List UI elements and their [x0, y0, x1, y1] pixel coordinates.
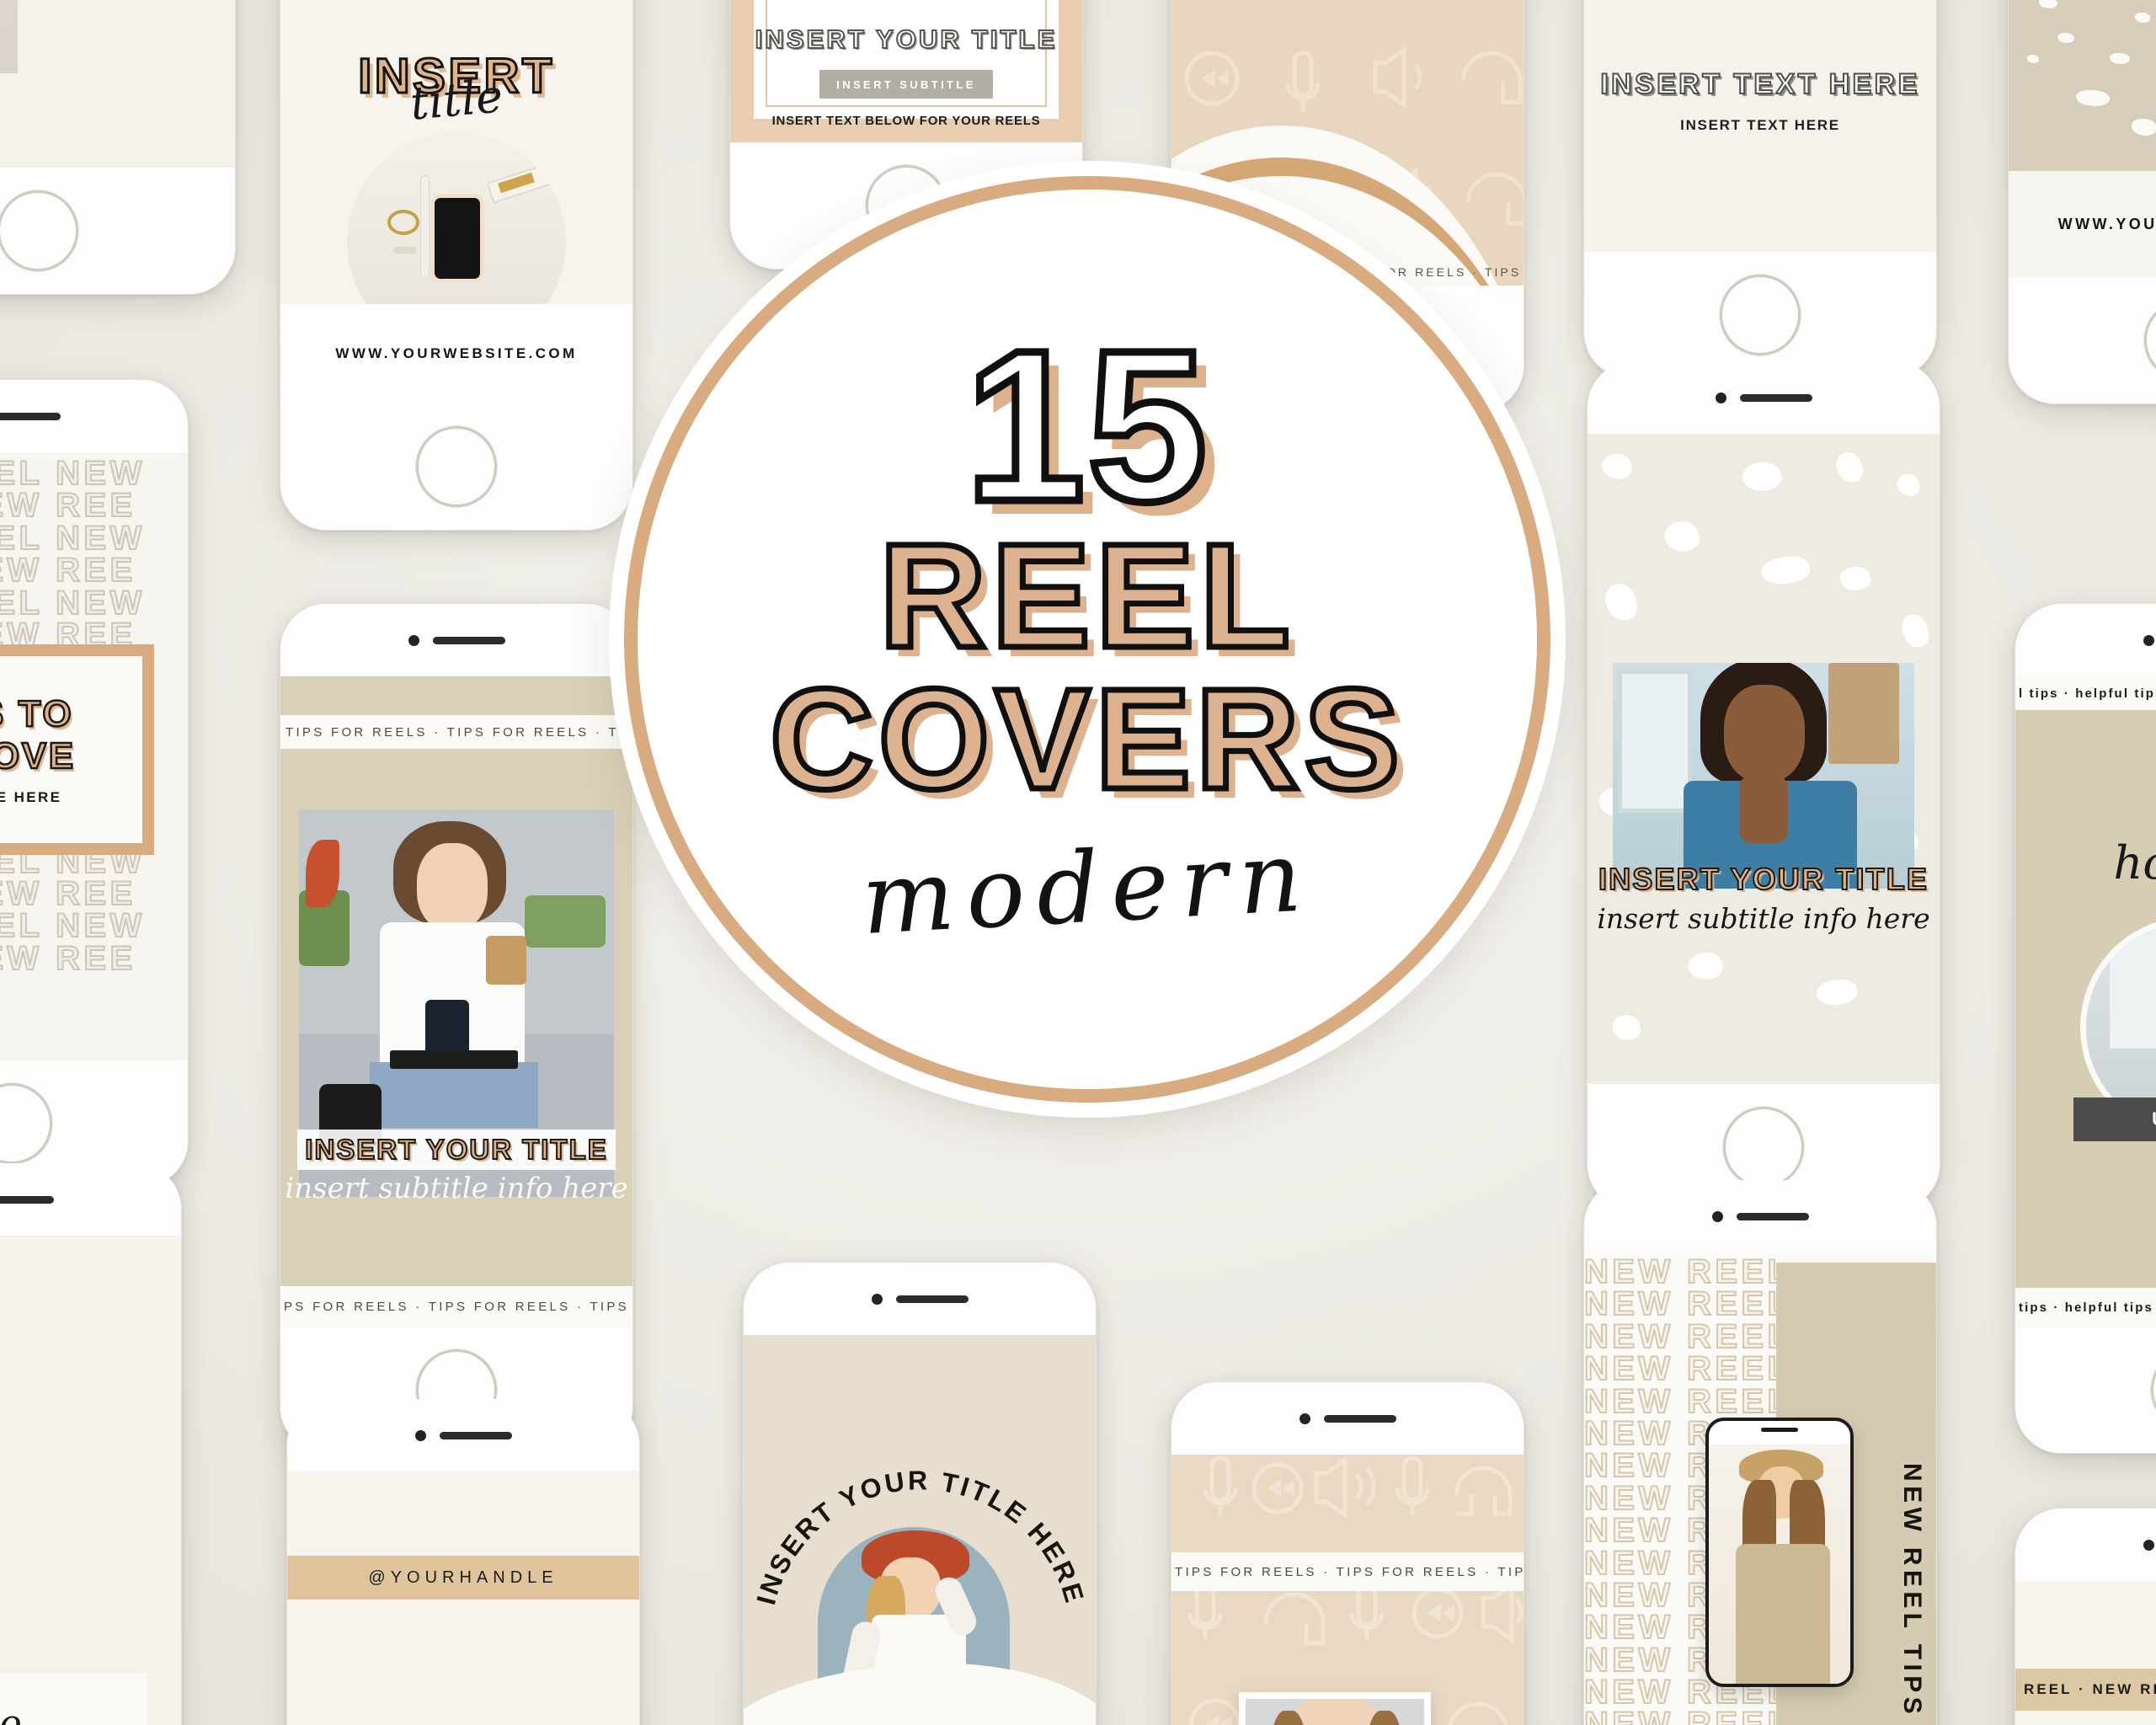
t12-handle-band: @YOURHANDLE	[287, 1556, 639, 1599]
camera-icon	[414, 1429, 426, 1441]
template-photo	[1613, 663, 1914, 889]
t08-footer-strip: PS FOR REELS · TIPS FOR REELS · TIPS FOR…	[284, 1299, 632, 1314]
home-button[interactable]	[2144, 300, 2156, 381]
phone-bezel-top	[287, 1399, 639, 1471]
speaker-icon	[1323, 1414, 1396, 1423]
product-badge: 15 REEL COVERS modern	[624, 176, 1550, 1103]
phone-mockup-t07: NEW REEL NEWREEL NEW REENEW REEL NEW REE…	[0, 379, 189, 1188]
t10-strip: l tips · helpful tips · he	[2019, 686, 2156, 701]
phone-bezel-bottom	[2015, 1327, 2156, 1453]
t09-subtitle: insert subtitle info here	[1597, 902, 1930, 935]
phone-mockup-t06: INSERT YOUR TITLE HERE WWW.YOURWEBSITE.C…	[2008, 0, 2156, 404]
badge-style-word: modern	[858, 820, 1316, 958]
t07-frame-card: WAYS TO IMPROVE YOUR TITLE HERE	[0, 644, 154, 855]
t14-polaroid-card	[1239, 1692, 1431, 1725]
phone-mockup-t14: TIPS FOR REELS · TIPS FOR REELS · TIPS F…	[1171, 1381, 1524, 1725]
t08-title: INSERT YOUR TITLE	[304, 1133, 608, 1166]
home-button[interactable]	[1723, 1107, 1804, 1188]
template-photo	[0, 0, 18, 73]
phone-bezel-top	[0, 380, 188, 452]
t10-button-label: USING	[2152, 1108, 2156, 1130]
t10-script: how to	[2113, 836, 2156, 889]
t16-strip: REEL · NEW REEL ·	[2024, 1681, 2156, 1697]
camera-icon	[408, 634, 419, 646]
t13-wave	[744, 1664, 1096, 1725]
speaker-icon	[1736, 1212, 1809, 1220]
t02-website: WWW.YOURWEBSITE.COM	[335, 345, 578, 361]
badge-count: 15	[962, 305, 1211, 547]
t03-subtitle-chip: INSERT SUBTITLE	[819, 70, 993, 99]
speaker-icon	[432, 636, 505, 644]
phone-bezel-top	[0, 1163, 181, 1236]
t11-script: ways to	[0, 1702, 22, 1725]
phone-mockup-t10: l tips · helpful tips · he how to USING …	[2015, 603, 2156, 1454]
phone-bezel-bottom	[2009, 277, 2156, 403]
camera-icon	[1715, 392, 1726, 403]
phone-mockup-t05: INSERT TEXT HERE INSERT TEXT HERE	[1583, 0, 1937, 379]
phone-bezel-top	[2015, 604, 2156, 676]
home-button[interactable]	[0, 190, 78, 271]
t10-footer-strip: tips · helpful tips · he	[2019, 1300, 2156, 1315]
phone-bezel-bottom	[280, 403, 632, 530]
phone-mockup-t15: NEW REEL NEW REEL NEW REEL NEW REEL NEW REE…	[1583, 1179, 1937, 1725]
template-photo	[1709, 1445, 1850, 1684]
home-button[interactable]	[1720, 275, 1801, 355]
phone-mockup-t02: INSERT title HERE WWW.YOURWEBSITE.COM	[280, 0, 633, 531]
t14-strip: TIPS FOR REELS · TIPS FOR REELS · TIPS F…	[1175, 1564, 1524, 1579]
phone-mockup-t01	[0, 0, 236, 295]
t05-title: INSERT TEXT HERE	[1599, 67, 1920, 101]
phone-mockup-t12: @YOURHANDLE INSERT title	[286, 1398, 640, 1725]
badge-word-reel: REEL	[876, 514, 1296, 680]
template-photo	[1246, 1699, 1424, 1725]
phone-bezel-top	[1588, 361, 1940, 434]
speaker-icon	[0, 1195, 54, 1204]
phone-bezel-bottom	[1584, 252, 1936, 378]
t15-vertical-title: NEW REEL TIPS	[1898, 1463, 1926, 1719]
phone-mockup-t08: TIPS FOR REELS · TIPS FOR REELS · TIPS I…	[280, 603, 633, 1454]
camera-icon	[871, 1293, 883, 1305]
speaker-icon	[1739, 393, 1812, 402]
phone-mockup-t09: INSERT YOUR TITLE insert subtitle info h…	[1587, 360, 1940, 1211]
t06-website: WWW.YOURWEBSITE.COM	[2057, 215, 2156, 232]
phone-bezel-top	[1171, 1382, 1524, 1455]
camera-icon	[2143, 634, 2154, 646]
phone-bezel-top	[1584, 1180, 1936, 1252]
t07-headline-2: IMPROVE	[0, 734, 76, 778]
speaker-icon	[439, 1431, 512, 1439]
phone-mockup-t11: ways to TEXT HERE	[0, 1162, 182, 1725]
camera-icon	[1711, 1210, 1723, 1222]
home-button[interactable]	[2151, 1349, 2156, 1430]
t12-title: INSERT	[287, 1721, 639, 1725]
t07-headline-1: WAYS TO	[0, 692, 74, 736]
t05-subtitle: INSERT TEXT HERE	[1680, 117, 1840, 133]
t09-title: INSERT YOUR TITLE	[1598, 861, 1929, 897]
speaker-icon	[0, 412, 61, 420]
t12-handle: @YOURHANDLE	[368, 1567, 558, 1587]
home-button[interactable]	[416, 426, 497, 507]
mockup-canvas: INSERT title HERE WWW.YOURWEBSITE.COM	[0, 0, 2156, 1725]
t10-button[interactable]: USING	[2073, 1097, 2156, 1141]
phone-bezel-top	[280, 604, 632, 676]
camera-icon	[1299, 1413, 1310, 1424]
badge-word-covers: COVERS	[767, 659, 1405, 820]
t03-subtitle: INSERT SUBTITLE	[836, 77, 976, 91]
t03-title: INSERT YOUR TITLE	[755, 24, 1058, 55]
t15-inner-phone	[1705, 1418, 1854, 1687]
t08-title-band: INSERT YOUR TITLE	[297, 1130, 616, 1170]
speaker-icon	[895, 1295, 969, 1303]
phone-bezel-top	[2015, 1509, 2156, 1581]
t07-subhead: YOUR TITLE HERE	[0, 789, 62, 805]
phone-mockup-t13: INSERT YOUR TITLE HERE INSERT TEXT HERE …	[743, 1262, 1097, 1725]
t03-body: INSERT TEXT BELOW FOR YOUR REELS	[771, 114, 1041, 128]
t08-strip: TIPS FOR REELS · TIPS FOR REELS · TIPS	[286, 724, 632, 740]
t16-strip-band: REEL · NEW REEL ·	[2015, 1669, 2156, 1711]
phone-mockup-t16: REEL · NEW REEL ·	[2015, 1508, 2156, 1725]
phone-bezel-bottom	[0, 168, 235, 294]
phone-bezel-top	[744, 1263, 1096, 1335]
camera-icon	[2143, 1539, 2154, 1551]
home-button[interactable]	[0, 1083, 52, 1164]
